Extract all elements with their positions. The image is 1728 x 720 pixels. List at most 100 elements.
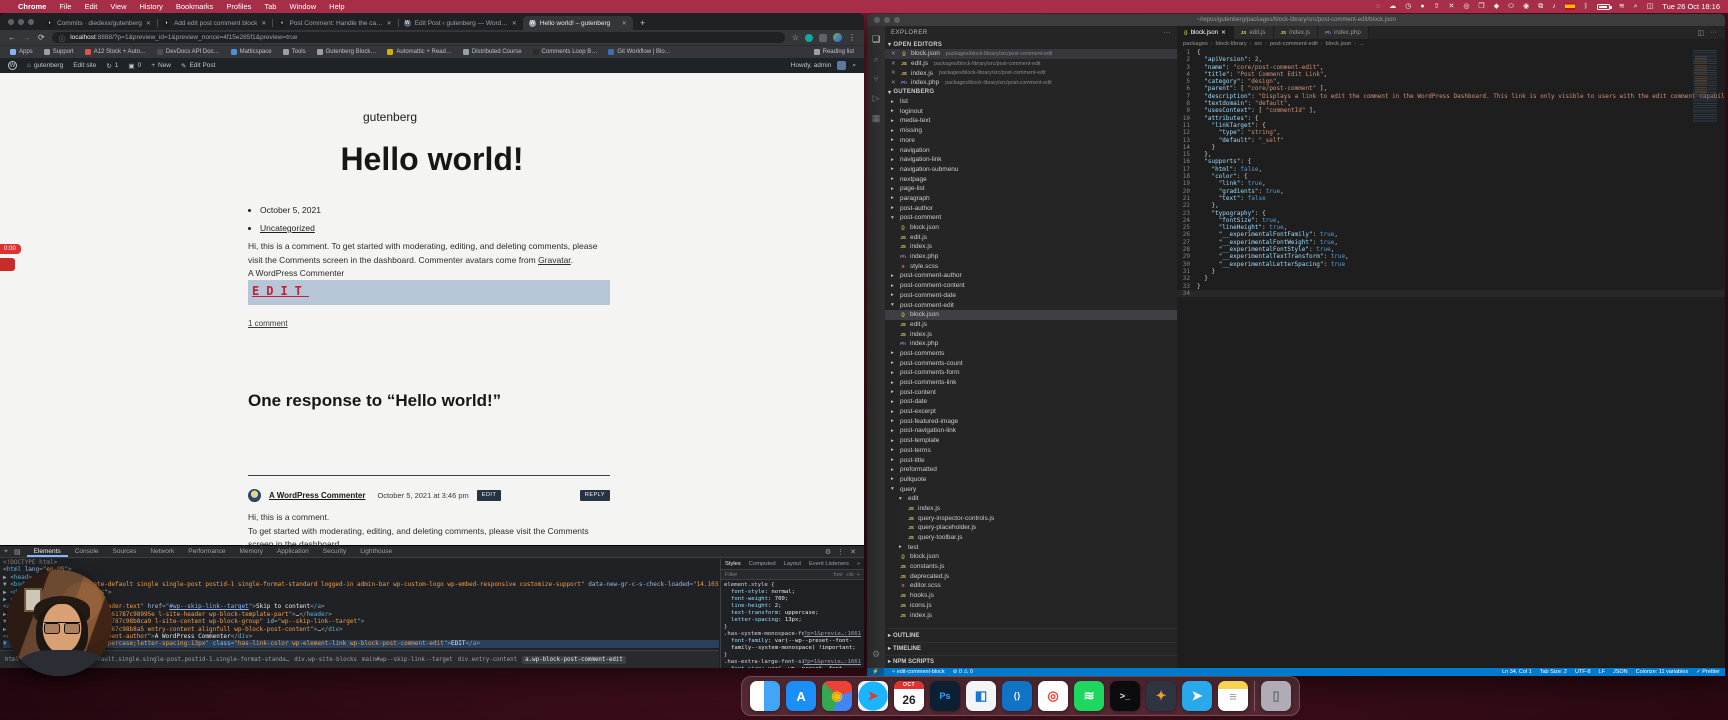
tree-item-block.json[interactable]: {} block.json [885,309,1177,320]
menu-bookmarks[interactable]: Bookmarks [176,2,214,11]
admin-avatar[interactable] [837,61,847,70]
tree-item-hooks.js[interactable]: JS hooks.js [885,591,1177,601]
app-store-icon[interactable]: A [786,681,817,711]
gravatar-link[interactable]: Gravatar [538,255,571,265]
devtools-tab-sources[interactable]: Sources [106,546,144,557]
trash-icon[interactable]: ▯ [1261,681,1292,711]
tree-item-missing[interactable]: ▸ missing [885,126,1177,136]
minimize-window-icon[interactable] [18,18,24,25]
admin-bar-comments[interactable]: ▣ 0 [128,62,141,70]
oval-icon[interactable]: ⬭ [1508,0,1514,13]
css-source-link[interactable]: ?p=1&previe…:1661 [804,631,861,638]
status-item[interactable]: UTF-8 [1575,669,1591,675]
status-item[interactable]: JSON [1613,669,1628,675]
tree-item-constants.js[interactable]: JS constants.js [885,562,1177,572]
menu-chrome[interactable]: Chrome [18,2,46,11]
menu-edit[interactable]: Edit [84,2,97,11]
status-item[interactable]: LF [1599,669,1605,675]
shortcut-icon[interactable]: ⇧ [1434,0,1440,13]
devtools-tab-performance[interactable]: Performance [181,546,232,557]
status-item[interactable]: ✓ Prettier [1696,669,1720,675]
finder-icon[interactable] [750,681,781,711]
devtools-close-icon[interactable]: ✕ [850,548,856,556]
run-debug-icon[interactable]: ▷ [873,93,880,104]
tree-item-paragraph[interactable]: ▸ paragraph [885,194,1177,204]
dom-breadcrumb[interactable]: div.entry-content [458,657,517,663]
tree-item-post-title[interactable]: ▸ post-title [885,455,1177,465]
keyboard-flag-es-icon[interactable] [1564,3,1575,10]
tree-item-post-comment-content[interactable]: ▸ post-comment-content [885,281,1177,291]
tree-item-post-navigation-link[interactable]: ▸ post-navigation-link [885,426,1177,436]
filter-toggle[interactable]: .cls [846,572,854,578]
back-icon[interactable]: ← [8,33,16,42]
play-icon[interactable]: ◉ [1523,0,1529,13]
tree-item-query-toolbar.js[interactable]: JS query-toolbar.js [885,533,1177,543]
code-line[interactable]: 27 "__experimentalFontWeight": true, [1177,239,1725,246]
tree-item-index.js[interactable]: JS index.js [885,610,1177,620]
breadcrumb-segment[interactable]: src [1254,41,1262,47]
styles-rules[interactable]: element.style {font-style: normal; font-w… [721,580,864,668]
code-line[interactable]: 29 "__experimentalTextTransform": true, [1177,253,1725,260]
manage-gear-icon[interactable]: ⚙ [872,649,880,660]
extensions-icon[interactable]: ▦ [872,113,881,124]
devtools-tab-lighthouse[interactable]: Lighthouse [353,546,399,557]
editor-more-icon[interactable]: ··· [1710,29,1717,36]
reading-list-button[interactable]: Reading list [813,49,854,55]
dot-icon[interactable]: ◌ [1376,0,1380,13]
menu-file[interactable]: File [59,2,71,11]
tree-item-list[interactable]: ▸ list [885,97,1177,107]
xscope-icon[interactable]: ✕ [1448,0,1454,13]
devtools-tab-security[interactable]: Security [316,546,353,557]
dom-breadcrumb[interactable]: a.wp-block-post-comment-edit [522,655,626,664]
open-editor-item[interactable]: ✕ Ph index.php packages/block-library/src/p… [885,78,1177,88]
bookmark-item[interactable]: Automattic + Read… [387,49,452,55]
devtools-tab-console[interactable]: Console [68,546,106,557]
bookmark-item[interactable]: Matticspace [230,49,272,55]
code-line[interactable]: 12 "type": "string", [1177,129,1725,136]
code-line[interactable]: 31 } [1177,268,1725,275]
code-line[interactable]: 18 "color": { [1177,173,1725,180]
css-property[interactable]: font-family: var(--wp--preset--font-fami… [724,638,861,652]
devtools-settings-gear-icon[interactable]: ⚙ [825,548,831,556]
post-category-link[interactable]: Uncategorized [260,223,315,233]
bookmark-item[interactable]: Tools [282,49,306,55]
tree-item-query-placeholder.js[interactable]: JS query-placeholder.js [885,523,1177,533]
status-item[interactable]: ⑂ edit-comment-block [892,669,945,675]
tree-item-icons.js[interactable]: JS icons.js [885,601,1177,611]
bluetooth-icon[interactable]: ᛒ [1584,0,1588,13]
styles-tab-»[interactable]: » [853,561,864,567]
code-line[interactable]: 33} [1177,283,1725,290]
explorer-more-icon[interactable]: ··· [1164,30,1172,36]
tree-item-pullquote[interactable]: ▸ pullquote [885,475,1177,485]
code-line[interactable]: 11 "linkTarget": { [1177,122,1725,129]
browser-tab[interactable]: ◖ Add edit post comment block ✕ [157,16,273,30]
editor-tab-index.php[interactable]: Ph index.php [1318,26,1369,39]
editor-tab-block.json[interactable]: {} block.json ✕ [1177,26,1234,39]
tab-close-icon[interactable]: ✕ [261,20,266,27]
wordpress-logo-icon[interactable]: W [8,61,17,70]
code-editor[interactable]: 1{2 "apiVersion": 2, 3 "name": "core/post… [1177,49,1725,668]
admin-bar-edit-post[interactable]: ✎ Edit Post [181,62,215,70]
code-line[interactable]: 1{ [1177,49,1725,56]
tab-close-icon[interactable]: ✕ [622,20,627,27]
timer-icon[interactable]: ◷ [1405,0,1411,13]
menu-profiles[interactable]: Profiles [226,2,251,11]
launchpad-icon[interactable]: ✦ [1146,681,1177,711]
zoom-window-icon[interactable] [894,17,900,23]
mic-icon[interactable]: ♪ [1552,0,1556,13]
admin-bar-updates[interactable]: ↻ 1 [106,62,118,70]
forward-icon[interactable]: → [23,33,31,42]
tab-close-icon[interactable]: ✕ [387,20,392,27]
window-controls[interactable] [6,13,40,30]
source-control-icon[interactable]: ⑂ [873,74,878,84]
code-line[interactable]: 24 "fontSize": true, [1177,217,1725,224]
tab-close-icon[interactable]: ✕ [512,20,517,27]
tree-item-page-list[interactable]: ▸ page-list [885,184,1177,194]
calendar-icon[interactable]: OCT 26 [894,681,925,711]
tree-item-block.json[interactable]: {} block.json [885,223,1177,233]
tree-item-post-comments-link[interactable]: ▸ post-comments-link [885,378,1177,388]
bookmark-star-icon[interactable]: ☆ [792,33,799,42]
editor-tab-index.js[interactable]: JS index.js [1273,26,1319,39]
open-editors-section[interactable]: ▾ OPEN EDITORS [885,40,1177,49]
code-line[interactable]: 5 "category": "design", [1177,78,1725,85]
